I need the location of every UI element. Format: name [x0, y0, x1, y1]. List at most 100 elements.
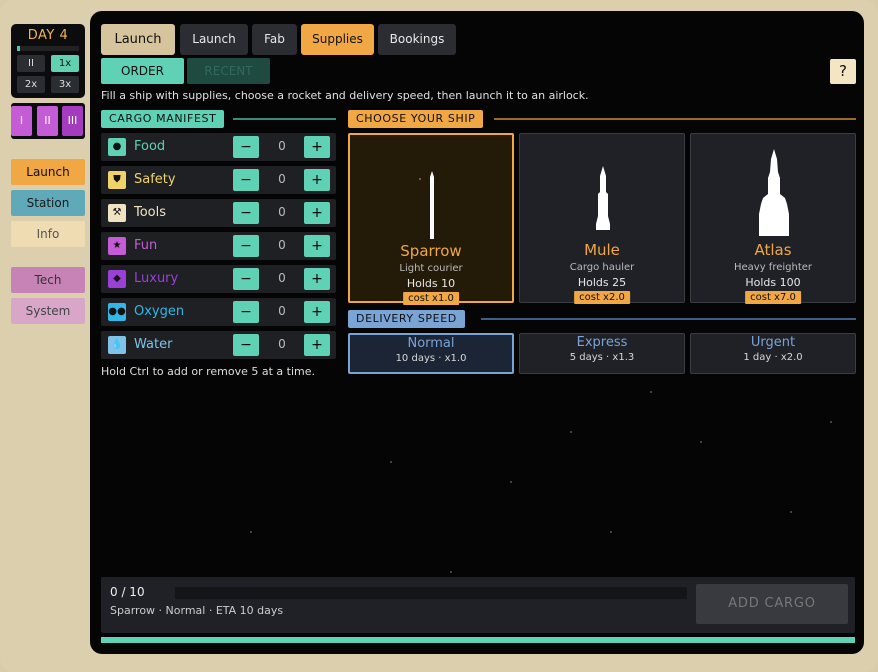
cargo-count: 0 / 10 — [110, 585, 145, 599]
increase-button[interactable]: + — [304, 169, 330, 191]
speed-detail: 5 days · x1.3 — [569, 352, 635, 363]
rocket-mule-icon — [596, 166, 610, 230]
speed-name: Urgent — [750, 335, 796, 350]
decrease-button[interactable]: − — [233, 301, 259, 323]
rocket-atlas-icon — [759, 149, 789, 236]
level-selector: I II III — [11, 103, 85, 139]
order-summary: Sparrow · Normal · ETA 10 days — [110, 604, 284, 617]
level-3-button[interactable]: III — [62, 106, 83, 136]
increase-button[interactable]: + — [304, 334, 330, 356]
speed-1x-button[interactable]: 1x — [51, 55, 79, 72]
help-button[interactable]: ? — [830, 59, 856, 84]
delivery-speed-header: DELIVERY SPEED — [348, 310, 465, 328]
background-star — [790, 511, 792, 513]
day-progress-bar — [17, 46, 79, 51]
background-star — [570, 431, 572, 433]
item-quantity: 0 — [278, 238, 286, 252]
decrease-button[interactable]: − — [233, 235, 259, 257]
speed-detail: 10 days · x1.0 — [395, 353, 467, 364]
level-1-button[interactable]: I — [11, 106, 32, 136]
tab-launch[interactable]: Launch — [180, 24, 248, 55]
ship-cost-badge: cost x1.0 — [403, 292, 459, 305]
decrease-button[interactable]: − — [233, 202, 259, 224]
cargo-manifest-header: CARGO MANIFEST — [101, 110, 225, 128]
game-frame: DAY 4 II 1x 2x 3x I II III Launch Statio… — [0, 0, 878, 672]
add-cargo-button[interactable]: ADD CARGO — [696, 584, 848, 624]
ship-name: Atlas — [754, 241, 792, 259]
increase-button[interactable]: + — [304, 235, 330, 257]
decrease-button[interactable]: − — [233, 334, 259, 356]
subtab-order[interactable]: ORDER — [101, 58, 184, 84]
tab-supplies[interactable]: Supplies — [301, 24, 374, 55]
nav-launch[interactable]: Launch — [11, 159, 85, 185]
day-label: DAY 4 — [27, 28, 69, 43]
decrease-button[interactable]: − — [233, 268, 259, 290]
increase-button[interactable]: + — [304, 202, 330, 224]
increase-button[interactable]: + — [304, 301, 330, 323]
panel-accent-bar — [101, 637, 855, 643]
manifest-row-food: ● Food − 0 + — [101, 133, 336, 161]
cargo-manifest-divider — [233, 118, 336, 120]
choose-ship-header: CHOOSE YOUR SHIP — [348, 110, 484, 128]
pause-button[interactable]: II — [17, 55, 45, 72]
speed-name: Express — [576, 335, 628, 350]
ship-card-atlas[interactable]: Atlas Heavy freighter Holds 100 cost x7.… — [690, 133, 856, 304]
manifest-row-fun: ★ Fun − 0 + — [101, 232, 336, 260]
item-name: Food — [134, 139, 166, 154]
droplet-icon: 💧 — [108, 336, 126, 354]
ship-capacity: Holds 100 — [745, 276, 801, 289]
background-star — [650, 391, 652, 393]
ship-capacity: Holds 25 — [577, 276, 627, 289]
background-star — [250, 531, 252, 533]
ship-capacity: Holds 10 — [406, 277, 456, 290]
background-star — [700, 441, 702, 443]
ship-desc: Light courier — [399, 263, 463, 274]
ship-name: Sparrow — [400, 242, 462, 260]
item-quantity: 0 — [278, 271, 286, 285]
ship-desc: Heavy freighter — [733, 262, 813, 273]
choose-ship-divider — [494, 118, 856, 120]
increase-button[interactable]: + — [304, 268, 330, 290]
background-star — [390, 461, 392, 463]
day-panel: DAY 4 II 1x 2x 3x — [11, 24, 85, 98]
speed-option-normal[interactable]: Normal 10 days · x1.0 — [348, 333, 514, 374]
ctrl-hint-text: Hold Ctrl to add or remove 5 at a time. — [101, 365, 315, 378]
nav-tech[interactable]: Tech — [11, 267, 85, 293]
item-quantity: 0 — [278, 337, 286, 351]
day-progress-fill — [17, 46, 21, 51]
ship-cost-badge: cost x7.0 — [745, 291, 801, 304]
tab-launch-title[interactable]: Launch — [101, 24, 175, 55]
ship-card-sparrow[interactable]: Sparrow Light courier Holds 10 cost x1.0 — [348, 133, 514, 305]
speed-2x-button[interactable]: 2x — [17, 76, 45, 93]
item-name: Safety — [134, 172, 176, 187]
nav-station[interactable]: Station — [11, 190, 85, 216]
speed-option-urgent[interactable]: Urgent 1 day · x2.0 — [690, 333, 856, 374]
bubbles-icon: ●● — [108, 303, 126, 321]
level-2-button[interactable]: II — [37, 106, 58, 136]
increase-button[interactable]: + — [304, 136, 330, 158]
ship-name: Mule — [584, 241, 620, 259]
decrease-button[interactable]: − — [233, 136, 259, 158]
star-icon: ★ — [108, 237, 126, 255]
tab-fab[interactable]: Fab — [252, 24, 297, 55]
subtab-recent[interactable]: RECENT — [187, 58, 270, 84]
apple-icon: ● — [108, 138, 126, 156]
nav-info[interactable]: Info — [11, 221, 85, 247]
background-star — [610, 531, 612, 533]
background-star — [450, 571, 452, 573]
wrench-icon: ⚒ — [108, 204, 126, 222]
manifest-row-luxury: ◆ Luxury − 0 + — [101, 265, 336, 293]
decrease-button[interactable]: − — [233, 169, 259, 191]
item-name: Water — [134, 337, 173, 352]
shield-icon: ⛊ — [108, 171, 126, 189]
speed-detail: 1 day · x2.0 — [743, 352, 803, 363]
ship-card-mule[interactable]: Mule Cargo hauler Holds 25 cost x2.0 — [519, 133, 685, 304]
speed-3x-button[interactable]: 3x — [51, 76, 79, 93]
item-name: Tools — [134, 205, 167, 220]
tab-bookings[interactable]: Bookings — [378, 24, 456, 55]
speed-option-express[interactable]: Express 5 days · x1.3 — [519, 333, 685, 374]
ship-desc: Cargo hauler — [569, 262, 635, 273]
item-name: Oxygen — [134, 304, 185, 319]
nav-system[interactable]: System — [11, 298, 85, 324]
background-star — [510, 481, 512, 483]
